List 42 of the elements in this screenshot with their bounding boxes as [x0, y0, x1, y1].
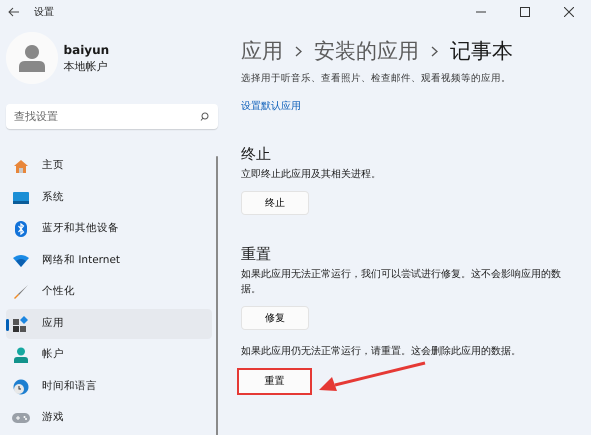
breadcrumb-item[interactable]: 应用: [241, 36, 283, 68]
breadcrumb-item[interactable]: 安装的应用: [314, 36, 419, 68]
home-icon: [13, 158, 29, 174]
sidebar-item[interactable]: 时间和语言: [6, 372, 212, 402]
close-icon[interactable]: [564, 7, 574, 17]
sidebar-item[interactable]: 应用: [6, 308, 212, 339]
action-button[interactable]: 修复: [241, 306, 309, 330]
wifi-icon: [13, 254, 29, 267]
search-icon: [200, 112, 209, 121]
sidebar-item[interactable]: 游戏: [6, 403, 212, 434]
apps-icon: [13, 316, 29, 332]
default-apps-link[interactable]: 设置默认应用: [241, 98, 301, 114]
window-title: 设置: [34, 6, 54, 20]
maximize-icon[interactable]: [520, 7, 530, 17]
gamepad-icon: [12, 412, 30, 424]
brush-icon: [13, 284, 29, 300]
user-name: baiyun: [64, 42, 110, 59]
chevron-icon: [431, 46, 438, 58]
description: 选择用于听音乐、查看照片、检查邮件、观看视频等的应用。: [241, 72, 512, 86]
sidebar-item[interactable]: 系统: [6, 182, 212, 213]
monitor-icon: [13, 192, 29, 204]
account-type: 本地帐户: [64, 58, 108, 75]
section-heading: 重置: [241, 245, 272, 264]
section-heading: 终止: [241, 145, 272, 164]
bluetooth-icon: [15, 221, 27, 238]
sidebar-item[interactable]: 蓝牙和其他设备: [6, 214, 212, 244]
sidebar-item[interactable]: 帐户: [6, 340, 212, 370]
scrollbar[interactable]: [216, 156, 218, 435]
description: 立即终止此应用及其相关进程。: [241, 168, 382, 182]
sidebar-item[interactable]: 主页: [6, 151, 212, 182]
description: 如果此应用仍无法正常运行，请重置。这会删除此应用的数据。: [241, 344, 522, 360]
sidebar-item[interactable]: 网络和 Internet: [6, 246, 212, 276]
search-field[interactable]: 查找设置: [6, 104, 218, 129]
sidebar-item[interactable]: 个性化: [6, 277, 212, 308]
person-icon: [14, 347, 28, 364]
chevron-icon: [295, 46, 302, 58]
description: 如果此应用无法正常运行，我们可以尝试进行修复。这不会影响应用的数据。: [241, 268, 562, 298]
clock-icon: [13, 378, 29, 395]
action-button[interactable]: 终止: [241, 191, 309, 216]
breadcrumb-item: 记事本: [450, 38, 513, 65]
back-icon[interactable]: [8, 7, 20, 17]
action-button[interactable]: 重置: [237, 368, 312, 396]
